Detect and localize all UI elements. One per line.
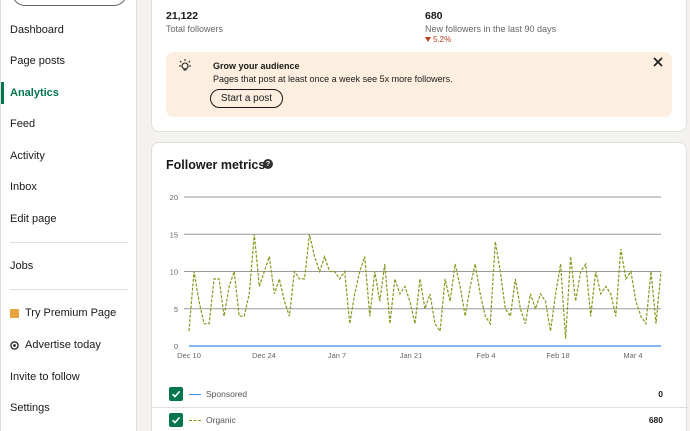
legend-sponsored[interactable]: Sponsored 0 — [169, 386, 669, 402]
sidebar-item-label: Settings — [10, 402, 50, 414]
sidebar-item-edit-page[interactable]: Edit page — [1, 206, 138, 232]
sidebar-item-inbox[interactable]: Inbox — [1, 174, 138, 200]
close-icon[interactable] — [652, 57, 664, 69]
sidebar-item-label: Edit page — [10, 213, 57, 225]
y-tick-label: 20 — [170, 193, 178, 202]
y-tick-label: 15 — [170, 230, 178, 239]
x-tick-label: Jan 21 — [400, 351, 423, 360]
sidebar-item-feed[interactable]: Feed — [1, 111, 138, 137]
new-followers-value: 680 — [425, 10, 443, 22]
legend-label: Sponsored — [206, 389, 248, 399]
legend-value: 0 — [658, 389, 663, 399]
sidebar-item-label: Advertise today — [25, 339, 101, 351]
sidebar-item-label: Inbox — [10, 181, 37, 193]
x-tick-label: Mar 4 — [623, 351, 642, 360]
premium-icon — [10, 308, 19, 318]
y-tick-label: 0 — [174, 342, 178, 351]
sidebar-top-button[interactable] — [12, 0, 127, 6]
banner-text: Pages that post at least once a week see… — [213, 74, 453, 84]
organic-checkbox[interactable] — [169, 413, 183, 427]
legend-organic[interactable]: Organic 680 — [169, 412, 669, 428]
organic-series-line — [188, 234, 662, 339]
banner-title: Grow your audience — [213, 61, 300, 71]
lightbulb-icon — [177, 58, 193, 74]
follower-line-chart: 0 5 10 15 20 Dec 10 Dec 24 Jan 7 Jan 21 Feb 4 Feb … — [170, 193, 662, 360]
total-followers-value: 21,122 — [166, 10, 199, 22]
total-followers-label: Total followers — [166, 24, 224, 34]
sidebar-item-page-posts[interactable]: Page posts — [1, 48, 138, 74]
new-followers-label: New followers in the last 90 days — [425, 24, 557, 34]
sponsored-checkbox[interactable] — [169, 387, 183, 401]
sidebar-item-label: Dashboard — [10, 24, 64, 36]
sidebar-item-label: Activity — [10, 150, 45, 162]
new-followers-change: 5.2% — [425, 35, 451, 44]
x-tick-label: Dec 10 — [177, 351, 201, 360]
sidebar-item-activity[interactable]: Activity — [1, 143, 138, 169]
follower-metrics-card: Follower metrics ? 0 5 10 15 20 Dec 10 Dec 24 J… — [151, 142, 688, 431]
y-tick-label: 10 — [170, 268, 178, 277]
sidebar-item-settings[interactable]: Settings — [1, 395, 138, 421]
legend-swatch-organic — [189, 419, 201, 421]
sidebar-item-label: Jobs — [10, 260, 34, 272]
sidebar-divider — [10, 289, 128, 290]
sidebar: Dashboard Page posts Analytics Feed Acti… — [0, 0, 137, 431]
sidebar-item-premium[interactable]: Try Premium Page — [1, 300, 138, 326]
sidebar-item-dashboard[interactable]: Dashboard — [1, 17, 138, 43]
sidebar-item-analytics[interactable]: Analytics — [1, 80, 138, 106]
new-followers-change-value: 5.2% — [433, 35, 452, 44]
start-post-button[interactable]: Start a post — [210, 89, 283, 108]
legend-divider — [152, 407, 688, 408]
checkmark-icon — [171, 390, 181, 398]
sidebar-item-label: Try Premium Page — [25, 307, 117, 319]
legend-label: Organic — [206, 415, 236, 425]
sidebar-item-invite[interactable]: Invite to follow — [1, 364, 138, 390]
x-tick-label: Dec 24 — [252, 351, 276, 360]
sidebar-item-jobs[interactable]: Jobs — [1, 253, 138, 279]
x-tick-label: Jan 7 — [328, 351, 346, 360]
target-icon — [10, 340, 19, 350]
legend-value: 680 — [648, 415, 663, 425]
sidebar-item-label: Analytics — [10, 87, 59, 99]
legend-swatch-sponsored — [189, 393, 201, 395]
checkmark-icon — [171, 416, 181, 424]
sidebar-item-label: Page posts — [10, 55, 66, 67]
sidebar-item-advertise[interactable]: Advertise today — [1, 332, 138, 358]
follower-summary-card: 21,122 Total followers 680 New followers… — [151, 0, 687, 132]
grow-audience-banner: Grow your audience Pages that post at le… — [166, 52, 672, 117]
sidebar-item-label: Invite to follow — [10, 371, 80, 383]
sidebar-item-label: Feed — [10, 118, 36, 130]
x-tick-label: Feb 18 — [546, 351, 569, 360]
y-tick-label: 5 — [174, 305, 178, 314]
sidebar-divider — [10, 242, 128, 243]
down-arrow-icon — [425, 37, 431, 42]
x-tick-label: Feb 4 — [476, 351, 495, 360]
